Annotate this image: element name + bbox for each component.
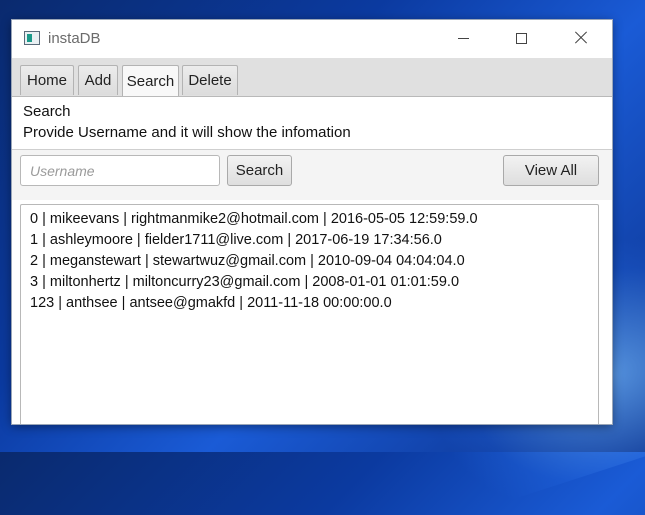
close-button[interactable] xyxy=(558,20,604,56)
search-button[interactable]: Search xyxy=(227,155,292,186)
title-bar: instaDB xyxy=(12,20,612,58)
tab-home[interactable]: Home xyxy=(20,65,74,95)
tab-bar: Home Add Search Delete xyxy=(12,58,612,97)
username-input[interactable] xyxy=(20,155,220,186)
search-controls: Search View All xyxy=(12,150,612,200)
minimize-button[interactable] xyxy=(440,20,486,56)
close-icon xyxy=(575,32,587,44)
tab-search[interactable]: Search xyxy=(122,65,179,96)
maximize-icon xyxy=(515,32,527,44)
list-item: 2 | meganstewart | stewartwuz@gmail.com … xyxy=(30,253,465,269)
list-item: 1 | ashleymoore | fielder1711@live.com |… xyxy=(30,232,442,248)
list-item: 3 | miltonhertz | miltoncurry23@gmail.co… xyxy=(30,274,460,290)
view-all-button[interactable]: View All xyxy=(503,155,599,186)
app-window-icon xyxy=(24,31,40,45)
app-window: instaDB Home Add Search Delete Search Pr… xyxy=(12,20,612,424)
tab-delete[interactable]: Delete xyxy=(182,65,238,95)
list-item: 123 | anthsee | antsee@gmakfd | 2011-11-… xyxy=(30,295,392,311)
maximize-button[interactable] xyxy=(498,20,544,56)
window-title: instaDB xyxy=(48,30,101,47)
tab-add[interactable]: Add xyxy=(78,65,118,95)
section-description: Provide Username and it will show the in… xyxy=(23,124,351,141)
list-item: 0 | mikeevans | rightmanmike2@hotmail.co… xyxy=(30,211,478,227)
minimize-icon xyxy=(457,37,469,39)
section-title: Search xyxy=(23,103,71,120)
results-list[interactable]: 0 | mikeevans | rightmanmike2@hotmail.co… xyxy=(20,204,599,424)
info-panel: Search Provide Username and it will show… xyxy=(12,97,612,150)
